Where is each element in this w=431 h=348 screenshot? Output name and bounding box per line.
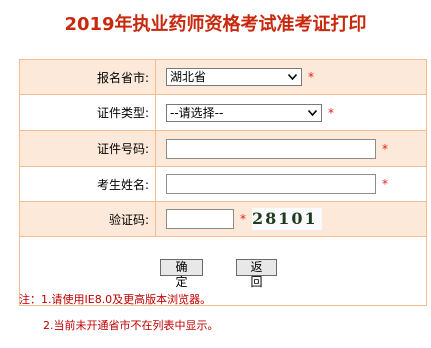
province-cell: 湖北省 *	[155, 59, 427, 95]
captcha-required-mark: *	[240, 212, 246, 226]
back-button[interactable]: 返 回	[236, 259, 277, 289]
captcha-image[interactable]: 28101	[252, 208, 322, 230]
note-line-1: 注：1.请使用IE8.0及更高版本浏览器。	[19, 293, 212, 306]
id-number-required-mark: *	[382, 141, 388, 156]
name-label: 考生姓名:	[19, 166, 156, 202]
captcha-row: 验证码: * 28101	[19, 201, 427, 237]
id-number-input[interactable]	[166, 138, 376, 159]
id-number-label: 证件号码:	[19, 130, 156, 167]
id-number-cell: *	[155, 130, 427, 167]
captcha-input[interactable]	[166, 209, 234, 229]
province-row: 报名省市: 湖北省 *	[19, 59, 427, 95]
chevron-down-icon	[305, 106, 319, 120]
id-type-label: 证件类型:	[19, 94, 156, 131]
province-required-mark: *	[308, 70, 314, 84]
name-input[interactable]	[166, 174, 376, 194]
id-number-row: 证件号码: *	[19, 130, 427, 167]
province-select-value: 湖北省	[170, 70, 207, 84]
confirm-button[interactable]: 确 定	[160, 259, 203, 289]
note-line-2: 2.当前未开通省市不在列表中显示。	[43, 319, 219, 332]
page-title: 2019年执业药师资格考试准考证打印	[64, 14, 367, 35]
province-select[interactable]: 湖北省	[166, 68, 302, 86]
name-cell: *	[155, 166, 427, 202]
captcha-label: 验证码:	[19, 201, 156, 237]
id-type-required-mark: *	[328, 105, 334, 120]
id-type-row: 证件类型: --请选择-- *	[19, 94, 427, 131]
chevron-down-icon	[285, 70, 299, 84]
captcha-cell: * 28101	[155, 201, 427, 237]
name-row: 考生姓名: *	[19, 166, 427, 202]
province-label: 报名省市:	[19, 59, 156, 95]
print-form: 报名省市: 湖北省 * 证件类型: --请选择-- * 证件号码: * 考生姓名…	[19, 59, 427, 306]
name-required-mark: *	[382, 177, 388, 191]
id-type-select-value: --请选择--	[170, 105, 224, 120]
id-type-cell: --请选择-- *	[155, 94, 427, 131]
id-type-select[interactable]: --请选择--	[166, 103, 322, 122]
